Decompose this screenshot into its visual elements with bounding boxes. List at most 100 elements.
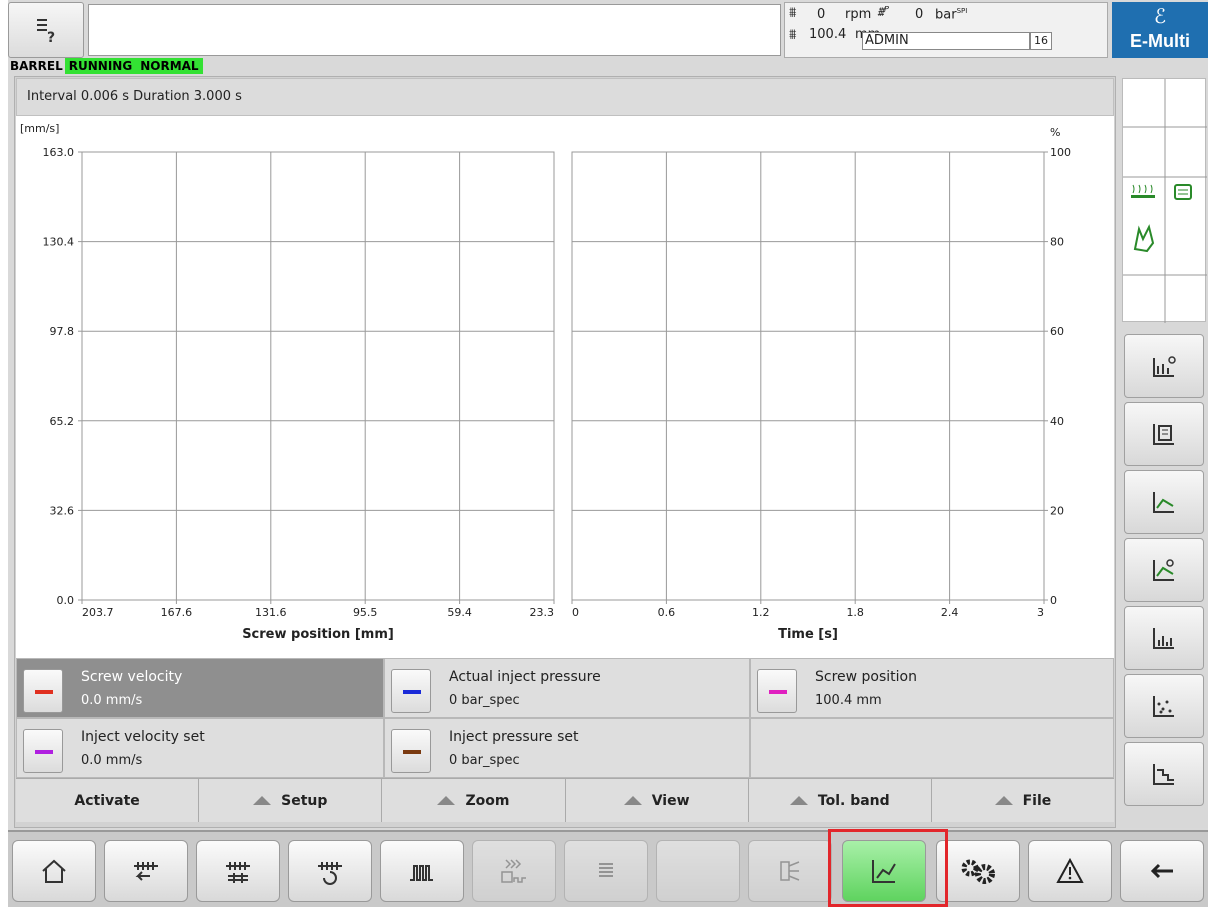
blank-button[interactable]	[656, 840, 740, 902]
legend-color-button[interactable]	[23, 729, 63, 773]
tol-band-menu-button[interactable]: Tol. band	[749, 779, 932, 822]
alarm-icon	[1056, 857, 1084, 883]
legend-name: Inject velocity set	[81, 729, 205, 745]
legend-item-screw-position[interactable]: Screw position 100.4 mm	[750, 658, 1114, 718]
y-tick-label: 80	[1050, 236, 1064, 249]
status-module: BARREL	[10, 59, 63, 73]
plot-frame	[571, 151, 1045, 601]
y-tick-label: 40	[1050, 415, 1064, 428]
alarm-button[interactable]	[1028, 840, 1112, 902]
y-tick-label: 100	[1050, 146, 1071, 159]
y-tick-label: 32.6	[50, 504, 75, 517]
sidebar-step-chart-button[interactable]	[1124, 742, 1204, 806]
sidebar-scatter-button[interactable]	[1124, 674, 1204, 738]
pressure-icon: ⩩ᴾ	[877, 5, 889, 20]
y-axis-label: [mm/s]	[20, 122, 59, 135]
color-swatch	[403, 690, 421, 694]
logo-text: E-Multi	[1130, 31, 1190, 51]
help-button[interactable]: ?	[8, 2, 84, 58]
ejector-button[interactable]	[472, 840, 556, 902]
document-list-icon	[1153, 424, 1174, 445]
legend-item-screw-velocity[interactable]: Screw velocity 0.0 mm/s	[16, 658, 384, 718]
zoom-menu-button[interactable]: Zoom	[382, 779, 566, 822]
legend-item-inject-pressure-set[interactable]: Inject pressure set 0 bar_spec	[384, 718, 750, 778]
sidebar-bar-chart-button[interactable]	[1124, 606, 1204, 670]
color-swatch	[35, 690, 53, 694]
legend-item-actual-inject-pressure[interactable]: Actual inject pressure 0 bar_spec	[384, 658, 750, 718]
legend-value: 0.0 mm/s	[81, 753, 143, 768]
user-field[interactable]: ADMIN	[862, 32, 1030, 50]
x-tick-label: 95.5	[353, 606, 378, 619]
line-graph-user-icon	[1153, 559, 1174, 581]
x-tick-label: 2.4	[941, 606, 959, 619]
setup-label: Setup	[281, 792, 328, 809]
rpm-value: 0	[817, 7, 826, 22]
plasticizing-button[interactable]	[288, 840, 372, 902]
y-tick-label: 20	[1050, 504, 1064, 517]
file-label: File	[1022, 792, 1052, 809]
y-tick-label: 65.2	[50, 415, 75, 428]
chart-area: 203.7 167.6 131.6 95.5 59.4 23.3 163.0 130.4 97.…	[16, 116, 1114, 658]
status-bar: BARREL RUNNING NORMAL	[8, 58, 203, 74]
back-button[interactable]	[1120, 840, 1204, 902]
screw-rotation-icon: ⩩	[789, 5, 797, 21]
sidebar-graph-overview-button[interactable]	[1124, 334, 1204, 398]
line-graph-icon	[1153, 492, 1174, 513]
sidebar-shortcuts	[1122, 78, 1207, 323]
triangle-up-icon	[253, 796, 272, 805]
legend-panel: Screw velocity 0.0 mm/s Actual inject pr…	[16, 658, 1114, 778]
legend-color-button[interactable]	[391, 729, 431, 773]
legend-color-button[interactable]	[757, 669, 797, 713]
x-tick-label: 167.6	[161, 606, 193, 619]
y-tick-label: 0	[1050, 594, 1057, 607]
motor-icon[interactable]	[1174, 184, 1192, 200]
file-menu-button[interactable]: File	[932, 779, 1114, 822]
mold-temperature-button[interactable]	[380, 840, 464, 902]
setup-menu-button[interactable]: Setup	[199, 779, 383, 822]
y-tick-label: 60	[1050, 325, 1064, 338]
legend-value: 0 bar_spec	[449, 693, 520, 708]
bottom-navigation	[8, 830, 1208, 907]
legend-item-inject-velocity-set[interactable]: Inject velocity set 0.0 mm/s	[16, 718, 384, 778]
legend-name: Screw velocity	[81, 669, 183, 685]
status-normal: NORMAL	[136, 58, 203, 74]
pressure-value: 0	[915, 7, 924, 22]
triangle-up-icon	[994, 796, 1013, 805]
tol-band-label: Tol. band	[817, 792, 890, 809]
nozzle-button[interactable]	[748, 840, 832, 902]
sidebar-curve-button[interactable]	[1124, 470, 1204, 534]
legend-value: 0.0 mm/s	[81, 693, 143, 708]
x-tick-label: 1.2	[752, 606, 770, 619]
svg-text:?: ?	[47, 30, 55, 44]
y-tick-label: 0.0	[57, 594, 75, 607]
home-button[interactable]	[12, 840, 96, 902]
legend-color-button[interactable]	[391, 669, 431, 713]
position-value: 100.4	[809, 27, 847, 42]
brand-logo: ℰ E-Multi	[1112, 2, 1208, 58]
pressure-unit-text: bar	[935, 7, 957, 23]
list-button[interactable]	[564, 840, 648, 902]
settings-button[interactable]	[936, 840, 1020, 902]
maintenance-hand-icon[interactable]	[1133, 224, 1155, 253]
x-tick-label: 23.3	[530, 606, 555, 619]
message-box	[88, 4, 781, 56]
rpm-unit: rpm	[845, 7, 872, 22]
sidebar-list-button[interactable]	[1124, 402, 1204, 466]
injection-icon	[134, 862, 158, 881]
activate-button[interactable]: Activate	[16, 779, 200, 822]
graph-user-icon	[1153, 356, 1176, 377]
mold-temperature-icon	[410, 865, 433, 881]
sidebar-curve-user-button[interactable]	[1124, 538, 1204, 602]
view-menu-button[interactable]: View	[566, 779, 749, 822]
legend-color-button[interactable]	[23, 669, 63, 713]
scatter-plot-icon	[1153, 696, 1174, 717]
y-tick-label: 130.4	[43, 236, 75, 249]
view-label: View	[651, 792, 690, 809]
y-axis-label: %	[1050, 126, 1060, 139]
injection-button[interactable]	[104, 840, 188, 902]
hold-pressure-button[interactable]	[196, 840, 280, 902]
info-bar: Interval 0.006 s Duration 3.000 s	[16, 78, 1114, 116]
heater-icon[interactable]	[1131, 184, 1155, 198]
legend-value: 0 bar_spec	[449, 753, 520, 768]
x-axis-label: Time [s]	[778, 627, 838, 642]
